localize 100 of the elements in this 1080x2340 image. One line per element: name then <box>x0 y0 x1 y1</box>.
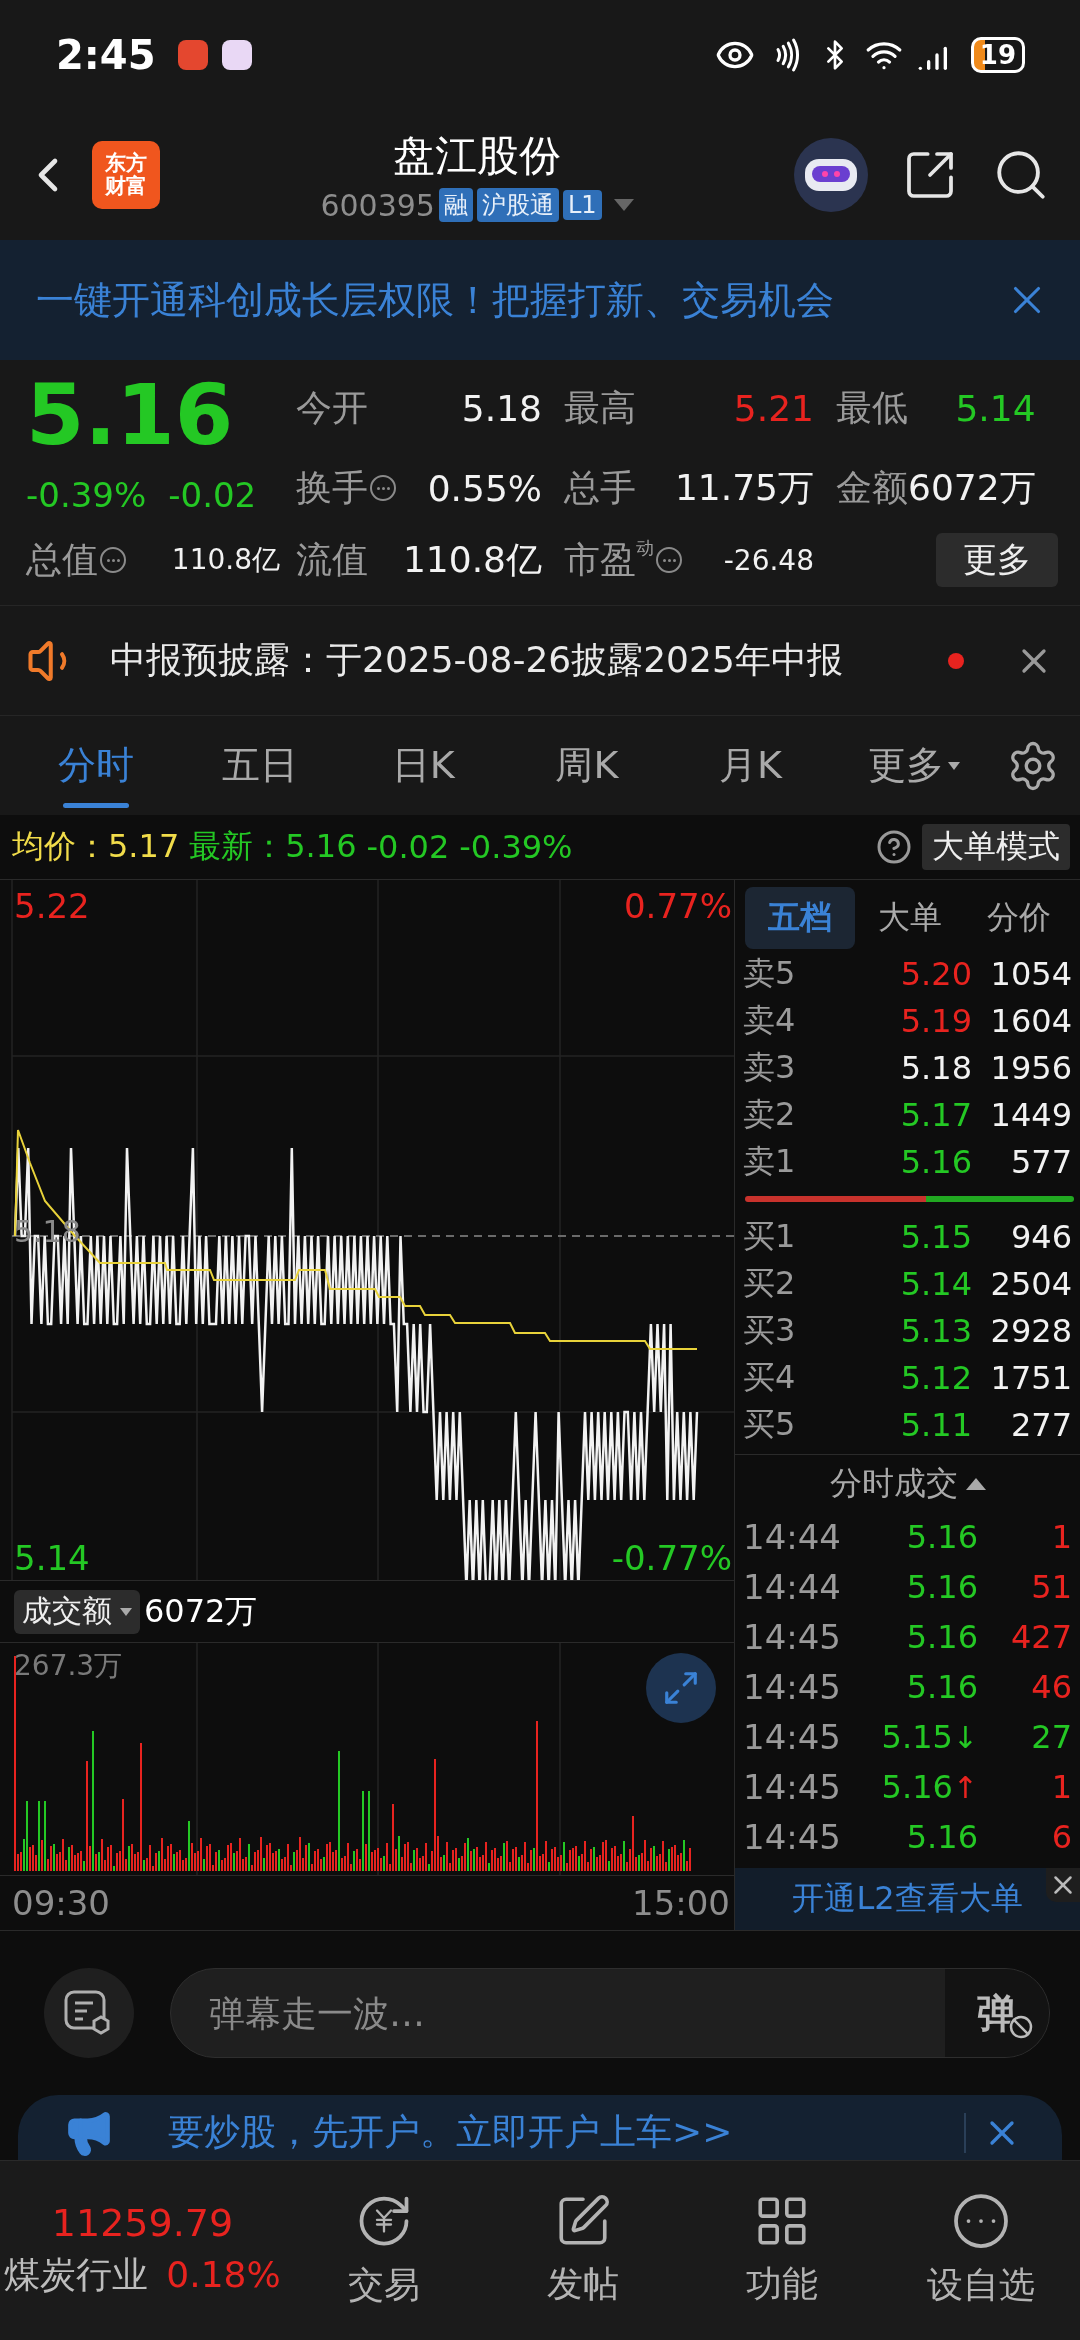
info-icon[interactable] <box>370 475 396 501</box>
danmaku-toggle-button[interactable]: 弹 <box>945 1969 1049 2057</box>
axis-low-percent: -0.77% <box>611 1538 732 1578</box>
stat-label: 流值 <box>296 537 368 582</box>
order-volume: 2928 <box>990 1311 1072 1350</box>
stock-code: 600395 <box>320 187 435 223</box>
order-price: 5.13 <box>900 1311 972 1350</box>
nav-item[interactable]: 功能 <box>682 2191 882 2310</box>
latest-price: 最新：5.16 <box>189 826 357 867</box>
trade-price: 5.16 <box>906 1518 978 1556</box>
order-price: 5.15 <box>900 1217 972 1256</box>
order-price: 5.19 <box>900 1001 972 1040</box>
trade-time: 14:45 <box>743 1717 842 1757</box>
order-level-label: 卖4 <box>743 999 797 1041</box>
trade-time: 14:45 <box>743 1817 842 1857</box>
order-level-label: 买3 <box>743 1309 797 1351</box>
change-amount: -0.02 <box>168 475 257 515</box>
chart-tab[interactable]: 分时 <box>14 715 178 816</box>
status-time: 2:45 <box>56 32 156 78</box>
order-level-label: 买1 <box>743 1215 797 1257</box>
trade-price: 5.16 <box>906 1668 978 1706</box>
notification-icon <box>221 40 252 70</box>
trade-volume: 51 <box>1031 1568 1072 1606</box>
chart-tab[interactable]: 日K <box>341 715 505 816</box>
info-icon[interactable] <box>656 547 682 573</box>
trade-volume: 1 <box>1051 1768 1072 1806</box>
close-button[interactable] <box>1046 1868 1080 1902</box>
order-price: 5.11 <box>900 1405 972 1444</box>
order-price: 5.20 <box>900 954 972 993</box>
stat-value: 0.55% <box>427 467 542 509</box>
chart-tab[interactable]: 更多 <box>832 715 997 816</box>
order-price: 5.17 <box>900 1095 972 1134</box>
time-axis-end: 15:00 <box>632 1883 730 1923</box>
stat-value: 6072万 <box>908 465 1036 510</box>
current-price: 5.16 <box>26 373 235 457</box>
volume-max-label: 267.3万 <box>14 1648 123 1684</box>
trade-time: 14:45 <box>743 1667 842 1707</box>
order-level-label: 买5 <box>743 1403 797 1445</box>
volume-total: 6072万 <box>144 1590 258 1632</box>
stat-value: 110.8亿 <box>402 537 542 582</box>
dropdown-caret-icon[interactable] <box>613 199 634 211</box>
chart-tab[interactable]: 五日 <box>177 715 342 816</box>
trade-time: 14:44 <box>743 1567 842 1607</box>
average-price: 均价：5.17 <box>12 826 180 867</box>
trade-volume: 46 <box>1031 1668 1072 1706</box>
sector-index-button[interactable]: 11259.79 煤炭行业 0.18% <box>0 2201 285 2300</box>
order-book-tab[interactable]: 分价 <box>964 887 1074 949</box>
order-level-label: 卖5 <box>743 952 797 994</box>
chart-tab[interactable]: 周K <box>505 715 669 816</box>
trade-time: 14:45 <box>743 1617 842 1657</box>
stat-value: 110.8亿 <box>171 542 280 578</box>
stock-name: 盘江股份 <box>393 129 561 182</box>
order-volume: 1449 <box>990 1095 1072 1134</box>
stat-label: 换手 <box>296 465 368 510</box>
stat-label: 今开 <box>296 385 368 430</box>
stat-value: 5.14 <box>955 387 1036 429</box>
notification-icon <box>177 40 208 70</box>
stat-value: 5.18 <box>461 387 542 429</box>
trade-price: 5.15↓ <box>881 1718 978 1756</box>
order-level-label: 卖3 <box>743 1046 797 1088</box>
stat-label: 总值 <box>26 537 98 582</box>
order-volume: 577 <box>1010 1142 1072 1181</box>
mode-button[interactable]: 大单模式 <box>922 824 1070 870</box>
trade-volume: 6 <box>1051 1818 1072 1856</box>
nav-item[interactable]: 设自选 <box>881 2190 1080 2311</box>
order-volume: 2504 <box>990 1264 1072 1303</box>
stat-label: 金额 <box>836 465 908 510</box>
trade-volume: 1 <box>1051 1518 1072 1556</box>
order-book-tab[interactable]: 大单 <box>854 887 965 949</box>
nav-item[interactable]: 交易 <box>285 2190 484 2311</box>
axis-high: 5.22 <box>14 886 90 926</box>
collapse-caret-icon[interactable] <box>965 1477 986 1490</box>
info-icon[interactable] <box>100 547 126 573</box>
nav-item[interactable]: 发帖 <box>483 2191 683 2310</box>
trades-title[interactable]: 分时成交 <box>829 1461 958 1506</box>
order-book-tab[interactable]: 五档 <box>745 887 855 949</box>
order-volume: 946 <box>1010 1217 1072 1256</box>
axis-low: 5.14 <box>14 1538 90 1578</box>
trade-volume: 27 <box>1031 1718 1072 1756</box>
market-tag: 融 <box>438 188 473 222</box>
more-button[interactable]: 更多 <box>935 533 1058 587</box>
danmaku-input-field[interactable]: 弹幕走一波… 弹 <box>170 1968 1050 2058</box>
order-price: 5.12 <box>900 1358 972 1397</box>
help-icon[interactable] <box>876 829 912 865</box>
latest-change: -0.02 <box>366 828 450 866</box>
chart-tab[interactable]: 月K <box>668 715 833 816</box>
expand-icon <box>662 1669 700 1707</box>
time-axis-start: 09:30 <box>12 1883 110 1923</box>
order-price: 5.14 <box>900 1264 972 1303</box>
market-tag: L1 <box>562 190 602 220</box>
trade-price: 5.16 <box>906 1568 978 1606</box>
order-price: 5.16 <box>900 1142 972 1181</box>
stat-value: -26.48 <box>723 543 814 577</box>
latest-change-percent: -0.39% <box>459 828 573 866</box>
trade-time: 14:44 <box>743 1517 842 1557</box>
order-volume: 1054 <box>990 954 1072 993</box>
trade-time: 14:45 <box>743 1767 842 1807</box>
order-level-label: 卖2 <box>743 1093 797 1135</box>
order-volume: 1751 <box>990 1358 1072 1397</box>
metric-dropdown[interactable]: 成交额 <box>14 1589 140 1634</box>
